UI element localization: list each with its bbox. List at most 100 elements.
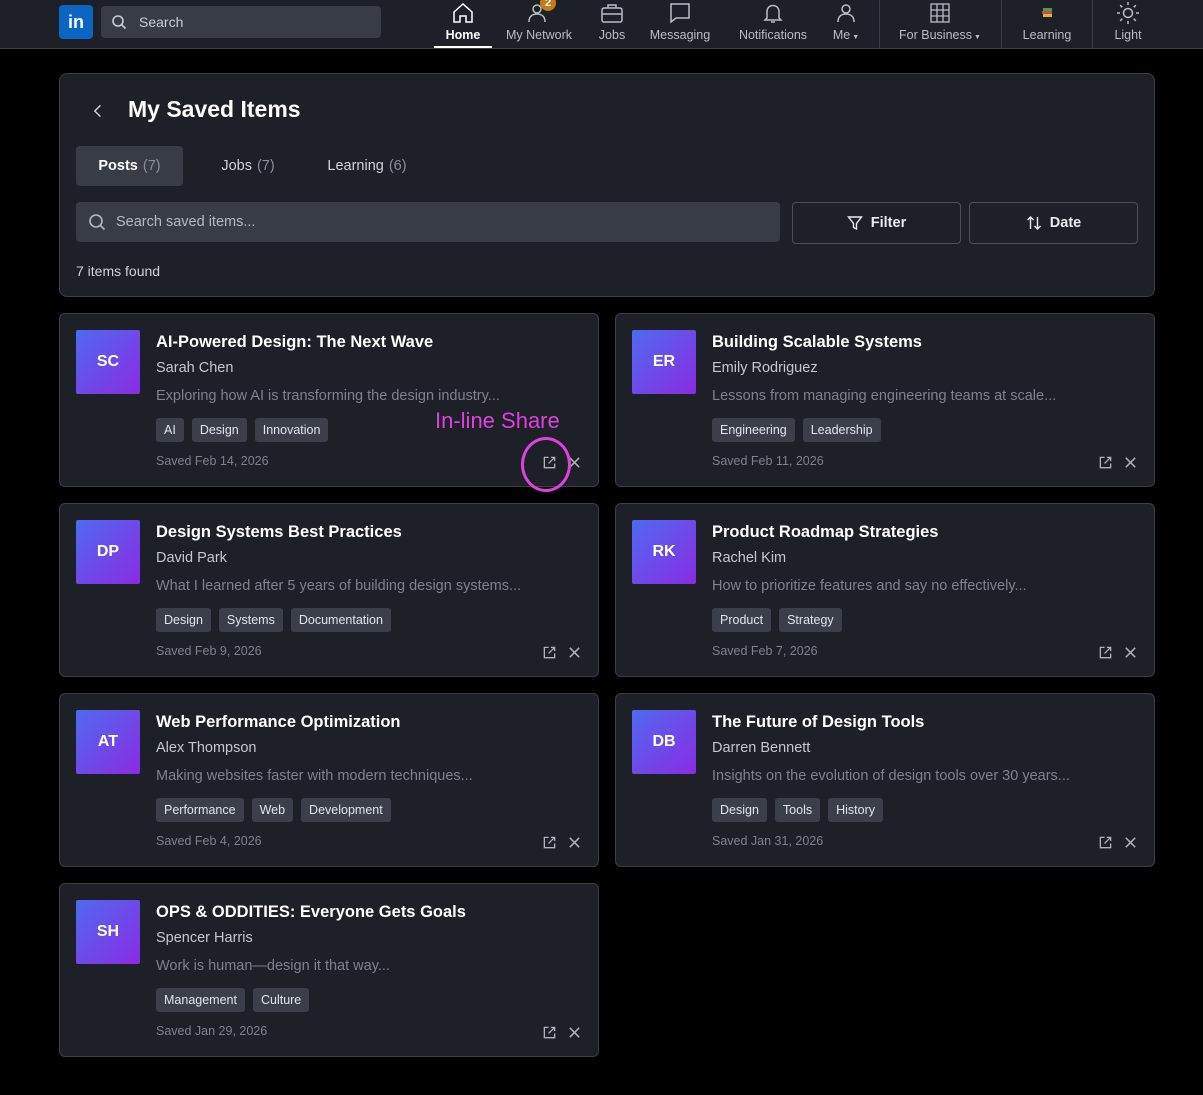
nav-learning[interactable]: Learning (1019, 0, 1075, 48)
nav-divider (1092, 0, 1093, 48)
external-link-icon (1099, 456, 1111, 468)
item-author[interactable]: David Park (156, 550, 227, 566)
item-author[interactable]: Emily Rodriguez (712, 360, 818, 376)
tab-learning[interactable]: Learning (6) (312, 146, 422, 186)
item-title[interactable]: Design Systems Best Practices (156, 523, 402, 542)
item-description: Work is human—design it that way... (156, 958, 390, 974)
tag[interactable]: Tools (774, 798, 821, 822)
tag[interactable]: Engineering (712, 418, 795, 442)
linkedin-logo[interactable]: in (59, 5, 93, 39)
remove-button[interactable] (565, 833, 583, 851)
tag[interactable]: Systems (218, 608, 283, 632)
top-nav: in Search Home 2 My Network Jobs Messagi… (0, 0, 1203, 49)
saved-item-card[interactable]: AT Web Performance Optimization Alex Tho… (59, 693, 599, 867)
saved-item-card[interactable]: DB The Future of Design Tools Darren Ben… (615, 693, 1155, 867)
nav-notifications-label: Notifications (738, 28, 808, 42)
tag[interactable]: Design (712, 798, 767, 822)
nav-learning-label: Learning (1022, 28, 1072, 42)
item-tags: Product Strategy (712, 608, 842, 632)
tag[interactable]: Design (156, 608, 211, 632)
sun-icon (1116, 1, 1140, 25)
tag[interactable]: Culture (252, 988, 310, 1012)
nav-notifications[interactable]: Notifications (733, 0, 813, 48)
item-title[interactable]: The Future of Design Tools (712, 713, 924, 732)
saved-item-card[interactable]: RK Product Roadmap Strategies Rachel Kim… (615, 503, 1155, 677)
tag[interactable]: History (828, 798, 884, 822)
nav-for-business-label: For Business ▼ (899, 28, 981, 42)
item-title[interactable]: Building Scalable Systems (712, 333, 922, 352)
share-button[interactable] (1096, 453, 1114, 471)
saved-item-card[interactable]: DP Design Systems Best Practices David P… (59, 503, 599, 677)
chevron-left-icon (93, 104, 101, 118)
grid-icon (928, 1, 952, 25)
share-button[interactable] (1096, 643, 1114, 661)
item-author[interactable]: Rachel Kim (712, 550, 786, 566)
nav-messaging[interactable]: Messaging (647, 0, 713, 48)
item-saved-date: Saved Feb 9, 2026 (156, 644, 262, 658)
message-icon (668, 1, 692, 25)
remove-button[interactable] (1121, 453, 1139, 471)
nav-me[interactable]: Me ▼ (830, 0, 862, 48)
share-button[interactable] (540, 1023, 558, 1041)
saved-item-card[interactable]: SC AI-Powered Design: The Next Wave Sara… (59, 313, 599, 487)
nav-theme-toggle[interactable]: Light (1108, 0, 1148, 48)
item-title[interactable]: Product Roadmap Strategies (712, 523, 938, 542)
briefcase-icon (600, 1, 624, 25)
tag[interactable]: Documentation (290, 608, 391, 632)
global-search-input[interactable]: Search (101, 6, 381, 38)
home-icon (451, 1, 475, 25)
tag[interactable]: Innovation (254, 418, 329, 442)
filter-icon (846, 216, 863, 231)
network-badge: 2 (540, 0, 556, 11)
nav-my-network[interactable]: 2 My Network (502, 0, 576, 48)
item-author[interactable]: Sarah Chen (156, 360, 233, 376)
saved-item-card[interactable]: ER Building Scalable Systems Emily Rodri… (615, 313, 1155, 487)
tag[interactable]: Management (156, 988, 245, 1012)
nav-for-business[interactable]: For Business ▼ (897, 0, 983, 48)
filter-button[interactable]: Filter (792, 202, 961, 244)
item-author[interactable]: Spencer Harris (156, 930, 253, 946)
tag[interactable]: AI (156, 418, 184, 442)
item-tags: Engineering Leadership (712, 418, 881, 442)
remove-button[interactable] (1121, 833, 1139, 851)
share-button[interactable] (1096, 833, 1114, 851)
share-button[interactable] (540, 643, 558, 661)
remove-button[interactable] (1121, 643, 1139, 661)
item-title[interactable]: AI-Powered Design: The Next Wave (156, 333, 433, 352)
tag[interactable]: Design (191, 418, 247, 442)
tab-posts[interactable]: Posts (7) (76, 146, 183, 186)
tab-jobs[interactable]: Jobs (7) (198, 146, 298, 186)
sort-label: Date (1049, 215, 1082, 231)
tag[interactable]: Development (301, 798, 391, 822)
search-icon (112, 15, 127, 30)
nav-home[interactable]: Home (434, 0, 492, 48)
back-button[interactable] (88, 99, 108, 123)
people-icon: 2 (527, 0, 556, 25)
tag[interactable]: Web (251, 798, 294, 822)
item-description: Insights on the evolution of design tool… (712, 768, 1070, 784)
remove-button[interactable] (565, 643, 583, 661)
tag[interactable]: Strategy (779, 608, 842, 632)
item-author[interactable]: Alex Thompson (156, 740, 256, 756)
books-icon (1035, 1, 1059, 25)
tag[interactable]: Leadership (802, 418, 881, 442)
nav-jobs[interactable]: Jobs (590, 0, 634, 48)
global-search-placeholder: Search (139, 14, 184, 30)
sort-date-button[interactable]: Date (969, 202, 1138, 244)
external-link-icon (543, 1026, 555, 1038)
saved-search-input[interactable]: Search saved items... (76, 202, 780, 242)
item-saved-date: Saved Feb 11, 2026 (712, 454, 824, 468)
tab-learning-label: Learning (327, 158, 384, 174)
item-author[interactable]: Darren Bennett (712, 740, 810, 756)
nav-theme-label: Light (1114, 28, 1142, 42)
nav-home-label: Home (445, 28, 481, 42)
remove-button[interactable] (565, 1023, 583, 1041)
close-icon (568, 836, 580, 848)
tag[interactable]: Performance (156, 798, 244, 822)
item-title[interactable]: OPS & ODDITIES: Everyone Gets Goals (156, 903, 466, 922)
share-button[interactable] (540, 833, 558, 851)
tag[interactable]: Product (712, 608, 772, 632)
nav-my-network-label: My Network (506, 28, 572, 42)
saved-item-card[interactable]: SH OPS & ODDITIES: Everyone Gets Goals S… (59, 883, 599, 1057)
item-title[interactable]: Web Performance Optimization (156, 713, 401, 732)
